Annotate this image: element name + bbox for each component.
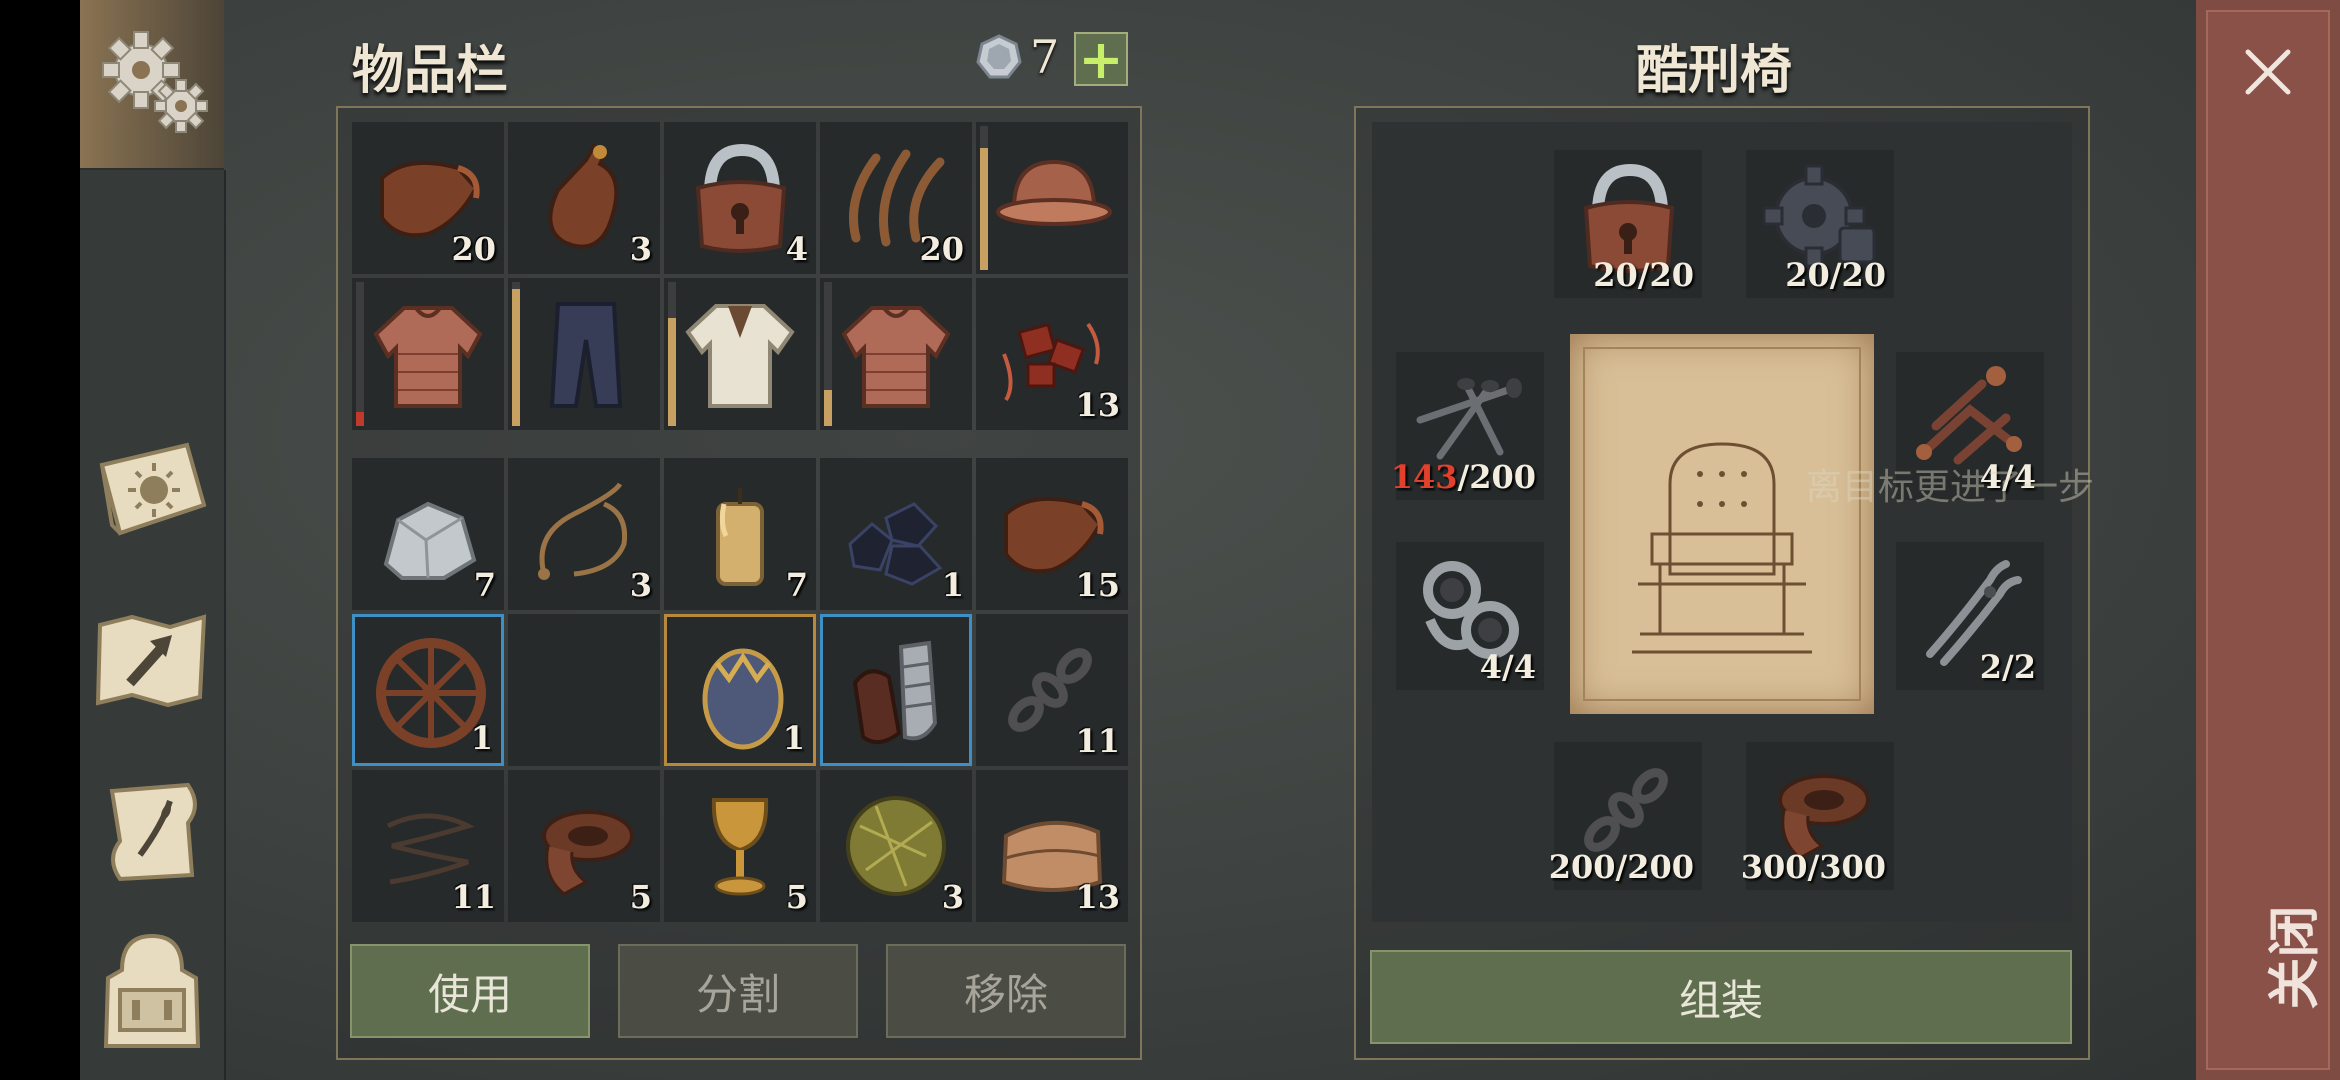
inventory-slot[interactable]: 3 bbox=[820, 770, 972, 922]
leather-slot[interactable]: 300/300 bbox=[1741, 742, 1894, 890]
inventory-items-grid: 7 3 7 1 15 1 1 11 11 5 5 3 13 bbox=[352, 458, 1128, 922]
inventory-slot[interactable]: 1 bbox=[352, 614, 504, 766]
gear-part-qty: 20/20 bbox=[1785, 256, 1886, 294]
progress-tooltip: 离目标更进了一步 bbox=[1806, 467, 2095, 508]
durability-bar bbox=[356, 282, 364, 426]
nails-slot[interactable]: 143/200 bbox=[1391, 352, 1544, 500]
inventory-equipment-grid: 20 3 4 20 13 bbox=[352, 122, 1128, 430]
inventory-slot[interactable]: 15 bbox=[976, 458, 1128, 610]
game-screen: 物品栏 7 + 20 3 4 20 13 7 3 7 1 15 1 1 11 11 5 5 3 13 使用 分割… bbox=[0, 0, 2340, 1080]
item-qty: 20 bbox=[919, 230, 964, 268]
inventory-slot[interactable] bbox=[820, 614, 972, 766]
chain-qty: 200/200 bbox=[1548, 848, 1694, 886]
inventory-slot[interactable]: 20 bbox=[352, 122, 504, 274]
split-button[interactable]: 分割 bbox=[618, 944, 858, 1038]
pliers-slot[interactable]: 2/2 bbox=[1896, 542, 2044, 690]
map-icon[interactable] bbox=[92, 600, 212, 720]
item-qty: 5 bbox=[629, 878, 652, 916]
inventory-slot[interactable] bbox=[508, 278, 660, 430]
inventory-slot[interactable]: 13 bbox=[976, 278, 1128, 430]
currency-count: 7 bbox=[1030, 30, 1060, 84]
inventory-slot[interactable]: 3 bbox=[508, 458, 660, 610]
item-qty: 3 bbox=[629, 230, 652, 268]
item-qty: 15 bbox=[1075, 566, 1120, 604]
torture-chair-blueprint-icon bbox=[1570, 334, 1874, 714]
item-qty: 13 bbox=[1075, 386, 1120, 424]
padlock-slot[interactable]: 20/20 bbox=[1554, 150, 1702, 298]
nails-qty: 143/200 bbox=[1391, 458, 1536, 496]
close-icon[interactable] bbox=[2242, 46, 2294, 98]
scroll-icon[interactable] bbox=[92, 770, 212, 890]
settings-gear-icon[interactable] bbox=[96, 28, 216, 138]
inventory-slot[interactable]: 7 bbox=[352, 458, 504, 610]
nails-need: /200 bbox=[1457, 458, 1536, 496]
journal-sun-icon[interactable] bbox=[92, 430, 212, 550]
screen-notch bbox=[0, 0, 80, 1080]
inventory-slot[interactable]: 5 bbox=[664, 770, 816, 922]
durability-bar bbox=[980, 126, 988, 270]
inventory-slot[interactable]: 3 bbox=[508, 122, 660, 274]
shackles-qty: 4/4 bbox=[1479, 648, 1536, 686]
inventory-slot[interactable]: 11 bbox=[976, 614, 1128, 766]
item-qty: 3 bbox=[629, 566, 652, 604]
inventory-slot[interactable]: 5 bbox=[508, 770, 660, 922]
inventory-slot[interactable]: 13 bbox=[976, 770, 1128, 922]
close-label: 关闭 bbox=[2264, 905, 2326, 1010]
inventory-slot[interactable] bbox=[820, 278, 972, 430]
item-qty: 11 bbox=[1075, 722, 1120, 760]
durability-bar bbox=[512, 282, 520, 426]
chain-slot[interactable]: 200/200 bbox=[1549, 742, 1702, 890]
inventory-slot[interactable] bbox=[976, 122, 1128, 274]
inventory-title: 物品栏 bbox=[352, 40, 509, 101]
item-qty: 1 bbox=[470, 719, 493, 757]
gear-part-slot[interactable]: 20/20 bbox=[1746, 150, 1894, 298]
inventory-slot[interactable]: 4 bbox=[664, 122, 816, 274]
inventory-slot[interactable] bbox=[664, 278, 816, 430]
add-currency-button[interactable]: + bbox=[1074, 32, 1128, 86]
item-qty: 5 bbox=[785, 878, 808, 916]
inventory-slot[interactable]: 20 bbox=[820, 122, 972, 274]
durability-bar bbox=[824, 282, 832, 426]
backpack-icon[interactable] bbox=[92, 930, 212, 1050]
item-qty: 4 bbox=[785, 230, 808, 268]
pliers-qty: 2/2 bbox=[1979, 648, 2036, 686]
item-qty: 20 bbox=[451, 230, 496, 268]
item-qty: 7 bbox=[785, 566, 808, 604]
crafting-title: 酷刑椅 bbox=[1636, 40, 1793, 101]
inventory-slot[interactable]: 1 bbox=[664, 614, 816, 766]
inventory-slot[interactable] bbox=[352, 278, 504, 430]
item-qty: 13 bbox=[1075, 878, 1120, 916]
item-qty: 1 bbox=[782, 719, 805, 757]
assemble-button[interactable]: 组装 bbox=[1370, 950, 2072, 1044]
use-button[interactable]: 使用 bbox=[350, 944, 590, 1038]
plus-icon: + bbox=[1078, 27, 1124, 91]
leather-qty: 300/300 bbox=[1740, 848, 1886, 886]
item-qty: 7 bbox=[473, 566, 496, 604]
inventory-slot[interactable]: 7 bbox=[664, 458, 816, 610]
inventory-slot[interactable]: 11 bbox=[352, 770, 504, 922]
silver-coin-icon bbox=[976, 34, 1022, 80]
item-qty: 3 bbox=[941, 878, 964, 916]
shackles-slot[interactable]: 4/4 bbox=[1396, 542, 1544, 690]
inventory-slot[interactable] bbox=[508, 614, 660, 766]
item-qty: 11 bbox=[451, 878, 496, 916]
padlock-qty: 20/20 bbox=[1593, 256, 1694, 294]
item-qty: 1 bbox=[941, 566, 964, 604]
durability-bar bbox=[668, 282, 676, 426]
remove-button[interactable]: 移除 bbox=[886, 944, 1126, 1038]
nails-have: 143 bbox=[1390, 458, 1458, 496]
inventory-slot[interactable]: 1 bbox=[820, 458, 972, 610]
